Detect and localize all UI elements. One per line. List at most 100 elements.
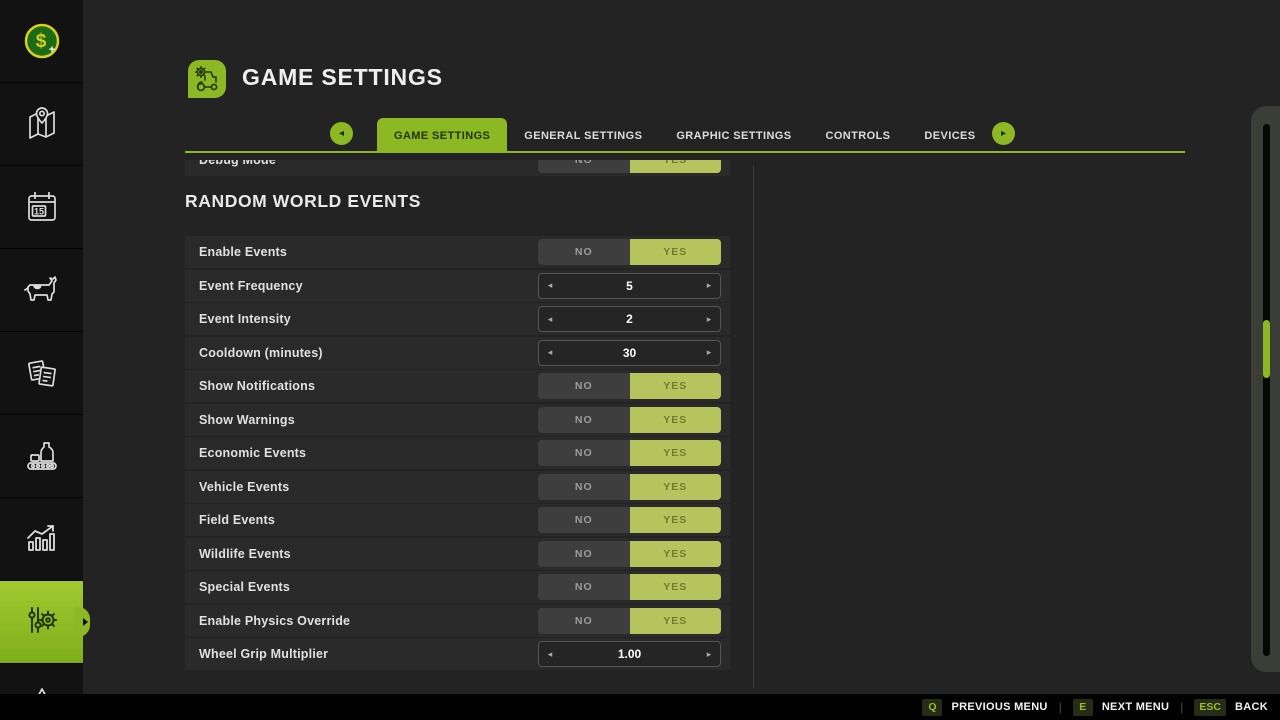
yes-no-toggle[interactable]: NOYES bbox=[538, 440, 721, 466]
back-hint[interactable]: ESC BACK bbox=[1194, 699, 1268, 716]
svg-text:$: $ bbox=[35, 31, 46, 52]
stepper-decrease-arrow[interactable]: ◂ bbox=[539, 314, 561, 325]
toggle-yes-option[interactable]: YES bbox=[630, 507, 722, 533]
yes-no-toggle[interactable]: NOYES bbox=[538, 474, 721, 500]
map-icon bbox=[20, 102, 64, 146]
stepper-decrease-arrow[interactable]: ◂ bbox=[539, 649, 561, 660]
stepper-value: 5 bbox=[561, 279, 698, 293]
toggle-no-option[interactable]: NO bbox=[538, 160, 630, 173]
setting-label: Field Events bbox=[199, 513, 538, 527]
section-title: RANDOM WORLD EVENTS bbox=[185, 190, 730, 212]
toggle-no-option[interactable]: NO bbox=[538, 507, 630, 533]
back-label: BACK bbox=[1235, 701, 1268, 713]
previous-menu-hint[interactable]: Q PREVIOUS MENU bbox=[922, 699, 1047, 716]
tab-graphic-settings[interactable]: GRAPHIC SETTINGS bbox=[659, 118, 808, 153]
yes-no-toggle[interactable]: NOYES bbox=[538, 407, 721, 433]
sidebar-item-statistics[interactable] bbox=[0, 498, 83, 580]
yes-no-toggle[interactable]: NOYES bbox=[538, 160, 721, 173]
toggle-no-option[interactable]: NO bbox=[538, 574, 630, 600]
value-stepper[interactable]: ◂30▸ bbox=[538, 340, 721, 366]
setting-label: Cooldown (minutes) bbox=[199, 346, 538, 360]
setting-row: Field EventsNOYES bbox=[185, 504, 730, 536]
tab-general-settings[interactable]: GENERAL SETTINGS bbox=[507, 118, 659, 153]
sidebar-item-production[interactable] bbox=[0, 415, 83, 497]
sidebar-item-contracts[interactable] bbox=[0, 332, 83, 414]
statistics-icon bbox=[19, 516, 65, 562]
tabs-next-button[interactable]: ▸ bbox=[992, 122, 1015, 145]
toggle-no-option[interactable]: NO bbox=[538, 440, 630, 466]
yes-no-toggle[interactable]: NOYES bbox=[538, 507, 721, 533]
setting-row: Special EventsNOYES bbox=[185, 571, 730, 603]
sidebar-item-map[interactable] bbox=[0, 83, 83, 165]
setting-row: Show NotificationsNOYES bbox=[185, 370, 730, 402]
setting-label: Wheel Grip Multiplier bbox=[199, 647, 538, 661]
toggle-yes-option[interactable]: YES bbox=[630, 407, 722, 433]
settings-icon bbox=[19, 599, 65, 645]
toggle-no-option[interactable]: NO bbox=[538, 474, 630, 500]
yes-no-toggle[interactable]: NOYES bbox=[538, 541, 721, 567]
setting-row: Wildlife EventsNOYES bbox=[185, 538, 730, 570]
sidebar-item-animals[interactable] bbox=[0, 249, 83, 331]
scrollbar-thumb[interactable] bbox=[1263, 320, 1270, 378]
toggle-no-option[interactable]: NO bbox=[538, 373, 630, 399]
toggle-yes-option[interactable]: YES bbox=[630, 541, 722, 567]
stepper-increase-arrow[interactable]: ▸ bbox=[698, 347, 720, 358]
toggle-yes-option[interactable]: YES bbox=[630, 440, 722, 466]
stepper-decrease-arrow[interactable]: ◂ bbox=[539, 347, 561, 358]
setting-label: Wildlife Events bbox=[199, 547, 538, 561]
yes-no-toggle[interactable]: NOYES bbox=[538, 239, 721, 265]
value-stepper[interactable]: ◂2▸ bbox=[538, 306, 721, 332]
setting-label: Debug Mode bbox=[199, 160, 538, 167]
toggle-no-option[interactable]: NO bbox=[538, 541, 630, 567]
setting-label: Show Notifications bbox=[199, 379, 538, 393]
toggle-no-option[interactable]: NO bbox=[538, 239, 630, 265]
toggle-no-option[interactable]: NO bbox=[538, 407, 630, 433]
stepper-increase-arrow[interactable]: ▸ bbox=[698, 314, 720, 325]
toggle-yes-option[interactable]: YES bbox=[630, 239, 722, 265]
stepper-decrease-arrow[interactable]: ◂ bbox=[539, 280, 561, 291]
setting-row: Economic EventsNOYES bbox=[185, 437, 730, 469]
settings-list: Debug ModeNOYESRANDOM WORLD EVENTSEnable… bbox=[185, 160, 730, 670]
tabs-previous-button[interactable]: ◂ bbox=[330, 122, 353, 145]
sidebar-item-settings[interactable] bbox=[0, 581, 83, 663]
toggle-yes-option[interactable]: YES bbox=[630, 474, 722, 500]
sidebar-item-finances[interactable]: $ + bbox=[0, 0, 83, 82]
setting-label: Vehicle Events bbox=[199, 480, 538, 494]
setting-label: Event Frequency bbox=[199, 279, 538, 293]
setting-row: Event Intensity◂2▸ bbox=[185, 303, 730, 335]
setting-row: Wheel Grip Multiplier◂1.00▸ bbox=[185, 638, 730, 670]
next-menu-label: NEXT MENU bbox=[1102, 701, 1169, 713]
value-stepper[interactable]: ◂1.00▸ bbox=[538, 641, 721, 667]
next-menu-hint[interactable]: E NEXT MENU bbox=[1073, 699, 1169, 716]
tab-devices[interactable]: DEVICES bbox=[907, 118, 992, 153]
toggle-yes-option[interactable]: YES bbox=[630, 574, 722, 600]
scrollbar-track[interactable] bbox=[1263, 124, 1270, 656]
tab-controls[interactable]: CONTROLS bbox=[809, 118, 908, 153]
toggle-no-option[interactable]: NO bbox=[538, 608, 630, 634]
stepper-increase-arrow[interactable]: ▸ bbox=[698, 280, 720, 291]
setting-row: Cooldown (minutes)◂30▸ bbox=[185, 337, 730, 369]
toggle-yes-option[interactable]: YES bbox=[630, 373, 722, 399]
yes-no-toggle[interactable]: NOYES bbox=[538, 608, 721, 634]
tab-game-settings[interactable]: GAME SETTINGS bbox=[377, 118, 507, 153]
hint-separator: | bbox=[1059, 700, 1062, 714]
previous-menu-label: PREVIOUS MENU bbox=[951, 701, 1047, 713]
value-stepper[interactable]: ◂5▸ bbox=[538, 273, 721, 299]
stepper-increase-arrow[interactable]: ▸ bbox=[698, 649, 720, 660]
yes-no-toggle[interactable]: NOYES bbox=[538, 373, 721, 399]
svg-text:+: + bbox=[48, 44, 54, 56]
footer-bar: Q PREVIOUS MENU | E NEXT MENU | ESC BACK bbox=[0, 694, 1280, 720]
money-icon: $ + bbox=[20, 19, 64, 63]
key-badge-esc: ESC bbox=[1194, 699, 1226, 716]
setting-row: Enable Physics OverrideNOYES bbox=[185, 605, 730, 637]
setting-row: Enable EventsNOYES bbox=[185, 236, 730, 268]
toggle-yes-option[interactable]: YES bbox=[630, 160, 722, 173]
yes-no-toggle[interactable]: NOYES bbox=[538, 574, 721, 600]
sidebar-item-calendar[interactable]: 15 bbox=[0, 166, 83, 248]
game-settings-screen: $ + 15 bbox=[0, 0, 1280, 720]
key-badge-e: E bbox=[1073, 699, 1093, 716]
hint-separator: | bbox=[1180, 700, 1183, 714]
tab-bar: GAME SETTINGS GENERAL SETTINGS GRAPHIC S… bbox=[377, 118, 993, 153]
toggle-yes-option[interactable]: YES bbox=[630, 608, 722, 634]
svg-text:15: 15 bbox=[33, 207, 43, 217]
